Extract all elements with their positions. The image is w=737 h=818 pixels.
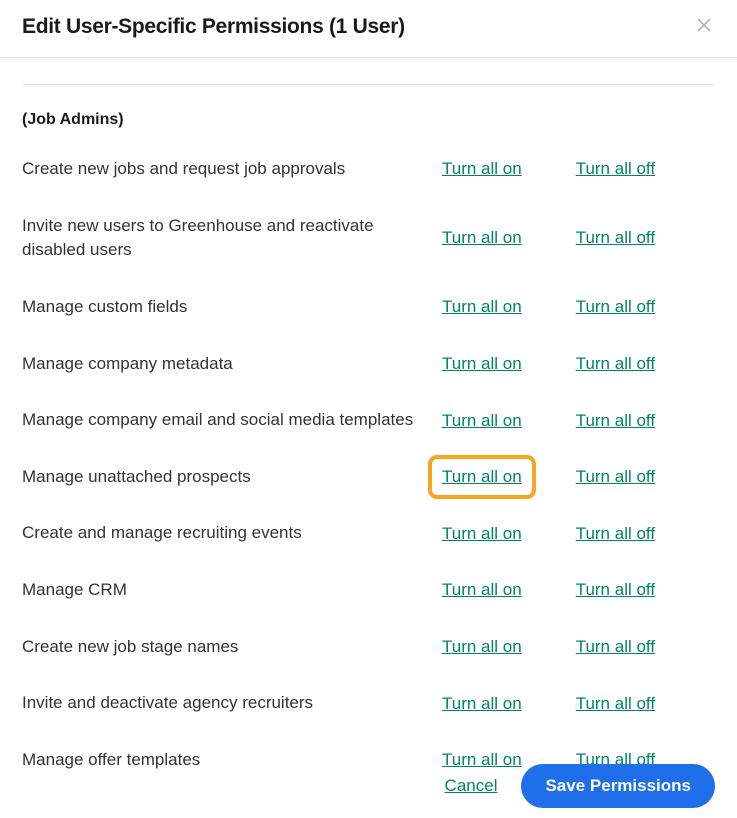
- permission-row: Manage unattached prospectsTurn all onTu…: [22, 465, 715, 490]
- turn-all-on-link[interactable]: Turn all on: [442, 637, 522, 657]
- permission-row: Create new job stage namesTurn all onTur…: [22, 635, 715, 660]
- permission-actions: Turn all on Turn all off: [442, 354, 715, 374]
- permission-row: Manage CRMTurn all on Turn all off: [22, 578, 715, 603]
- permission-actions: Turn all on Turn all off: [442, 637, 715, 657]
- turn-all-off-link[interactable]: Turn all off: [576, 354, 655, 374]
- dialog-footer: Cancel Save Permissions: [445, 764, 715, 808]
- turn-all-off-link[interactable]: Turn all off: [576, 694, 655, 714]
- permission-actions: Turn all on Turn all off: [442, 297, 715, 317]
- turn-all-on-link[interactable]: Turn all on: [442, 411, 522, 431]
- permission-label: Manage offer templates: [22, 748, 442, 773]
- turn-all-off-link[interactable]: Turn all off: [576, 228, 655, 248]
- permission-actions: Turn all onTurn all off: [442, 467, 715, 487]
- permission-actions: Turn all on Turn all off: [442, 228, 715, 248]
- turn-all-off-link[interactable]: Turn all off: [576, 411, 655, 431]
- dialog-content: (Job Admins) Create new jobs and request…: [0, 84, 737, 773]
- turn-all-off-link[interactable]: Turn all off: [576, 524, 655, 544]
- turn-all-on-link[interactable]: Turn all on: [442, 580, 522, 600]
- permission-row: Create new jobs and request job approval…: [22, 157, 715, 182]
- permission-label: Manage unattached prospects: [22, 465, 442, 490]
- permission-actions: Turn all on Turn all off: [442, 580, 715, 600]
- turn-all-off-link[interactable]: Turn all off: [576, 637, 655, 657]
- section-label: (Job Admins): [22, 111, 715, 129]
- dialog-title: Edit User-Specific Permissions (1 User): [22, 15, 405, 39]
- turn-all-off-link[interactable]: Turn all off: [576, 159, 655, 179]
- turn-all-off-link[interactable]: Turn all off: [576, 580, 655, 600]
- turn-all-on-link[interactable]: Turn all on: [442, 354, 522, 374]
- permission-row: Invite and deactivate agency recruitersT…: [22, 691, 715, 716]
- permission-actions: Turn all on Turn all off: [442, 694, 715, 714]
- permission-row: Manage company metadataTurn all onTurn a…: [22, 352, 715, 377]
- save-permissions-button[interactable]: Save Permissions: [521, 764, 715, 808]
- permission-row: Manage company email and social media te…: [22, 408, 715, 433]
- permission-label: Manage CRM: [22, 578, 442, 603]
- turn-all-on-link[interactable]: Turn all on: [442, 159, 522, 179]
- turn-all-off-link[interactable]: Turn all off: [576, 297, 655, 317]
- turn-all-on-link[interactable]: Turn all on: [442, 297, 522, 317]
- turn-all-on-link[interactable]: Turn all on: [442, 524, 522, 544]
- permission-label: Manage company email and social media te…: [22, 408, 442, 433]
- permission-label: Create new jobs and request job approval…: [22, 157, 442, 182]
- turn-all-on-link[interactable]: Turn all on: [436, 463, 528, 491]
- permission-label: Create new job stage names: [22, 635, 442, 660]
- permission-label: Manage company metadata: [22, 352, 442, 377]
- turn-all-off-link[interactable]: Turn all off: [576, 467, 655, 487]
- permission-label: Invite new users to Greenhouse and react…: [22, 214, 442, 263]
- turn-all-on-link[interactable]: Turn all on: [442, 228, 522, 248]
- permission-row: Invite new users to Greenhouse and react…: [22, 214, 715, 263]
- turn-all-on-link[interactable]: Turn all on: [442, 694, 522, 714]
- cancel-button[interactable]: Cancel: [445, 776, 498, 796]
- permission-label: Manage custom fields: [22, 295, 442, 320]
- permission-actions: Turn all on Turn all off: [442, 411, 715, 431]
- divider: [22, 84, 715, 85]
- close-button[interactable]: [693, 14, 715, 39]
- permission-row: Manage custom fieldsTurn all onTurn all …: [22, 295, 715, 320]
- permission-actions: Turn all on Turn all off: [442, 524, 715, 544]
- permission-actions: Turn all on Turn all off: [442, 159, 715, 179]
- permission-label: Create and manage recruiting events: [22, 521, 442, 546]
- permission-label: Invite and deactivate agency recruiters: [22, 691, 442, 716]
- permission-list: Create new jobs and request job approval…: [22, 157, 715, 773]
- permission-row: Create and manage recruiting eventsTurn …: [22, 521, 715, 546]
- close-icon: [697, 18, 711, 35]
- dialog-header: Edit User-Specific Permissions (1 User): [0, 0, 737, 58]
